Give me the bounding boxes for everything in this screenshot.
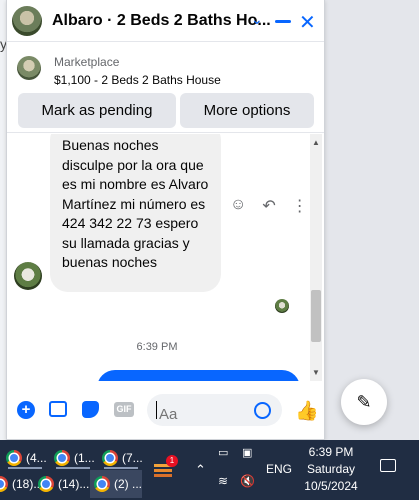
taskbar-chrome-window-5[interactable]: (14)... [38, 470, 89, 498]
taskbar-window-label: (4... [26, 451, 47, 465]
photo-icon[interactable] [49, 401, 67, 417]
scroll-up-arrow-icon[interactable]: ▲ [312, 138, 320, 147]
taskbar-indicator [56, 467, 90, 469]
new-message-button[interactable]: ✎ [341, 379, 387, 425]
gif-icon[interactable]: GIF [114, 402, 134, 417]
speaker-muted-icon[interactable]: 🔇 [240, 474, 255, 488]
clock-date: 10/5/2024 [304, 479, 358, 493]
battery-icon[interactable]: ▭ [218, 446, 228, 459]
message-composer: + GIF 👍 [7, 381, 324, 439]
taskbar-window-label: (2) ... [114, 477, 143, 491]
taskbar-indicator [104, 467, 138, 469]
contact-avatar[interactable] [12, 6, 42, 36]
reply-icon[interactable]: ↶ [262, 196, 275, 216]
thumbs-up-icon[interactable]: 👍 [295, 399, 319, 423]
mark-as-pending-button[interactable]: Mark as pending [18, 93, 176, 128]
taskbar: (4... (1... (7... (18)... (14)... (2) ..… [0, 440, 419, 500]
taskbar-window-label: (1... [74, 451, 95, 465]
notifications-icon[interactable] [380, 459, 396, 472]
react-emoji-icon[interactable]: ☺ [230, 196, 246, 216]
incoming-message-bubble: Buenas noches disculpe por la ora que es… [50, 134, 221, 292]
wifi-icon[interactable]: ≋ [218, 474, 228, 488]
plus-icon[interactable]: + [17, 401, 35, 419]
chevron-up-icon[interactable]: ⌃ [195, 462, 206, 478]
read-receipt-avatar [275, 299, 289, 313]
outgoing-message-bubble [97, 370, 300, 381]
camera-icon[interactable]: ▣ [242, 446, 252, 459]
system-clock[interactable]: 6:39 PM Saturday 10/5/2024 [300, 444, 362, 495]
taskbar-window-label: (7... [122, 451, 143, 465]
compose-icon: ✎ [356, 391, 372, 412]
chrome-icon [102, 450, 118, 466]
marketplace-listing-card: Marketplace $1,100 - 2 Beds 2 Baths Hous… [7, 43, 324, 133]
scroll-down-arrow-icon[interactable]: ▼ [312, 368, 320, 377]
listing-thumbnail[interactable] [17, 56, 41, 80]
taskbar-window-label: (14)... [58, 477, 90, 491]
taskbar-indicator [8, 467, 42, 469]
message-actions: ☺ ↶ ⋮ [230, 196, 308, 216]
chrome-icon [94, 476, 110, 492]
taskbar-chrome-window-6[interactable]: (2) ... [90, 470, 142, 498]
scrollbar[interactable] [310, 134, 322, 381]
background-page-right [325, 0, 419, 440]
sticker-icon[interactable] [82, 401, 99, 418]
sender-avatar[interactable] [14, 262, 42, 290]
chrome-icon [0, 476, 8, 492]
taskbar-chrome-window-4[interactable]: (18)... [0, 470, 43, 498]
scrollbar-thumb[interactable] [311, 290, 321, 342]
listing-title[interactable]: $1,100 - 2 Beds 2 Baths House [54, 73, 221, 87]
text-cursor [156, 401, 157, 419]
message-list[interactable]: Buenas noches disculpe por la ora que es… [7, 134, 324, 381]
language-indicator[interactable]: ENG [266, 462, 292, 476]
chrome-icon [54, 450, 70, 466]
emoji-icon[interactable] [254, 402, 271, 419]
chat-window: Albaro · 2 Beds 2 Baths Ho... ⌄ ✕ Market… [6, 0, 325, 440]
chat-title[interactable]: Albaro · 2 Beds 2 Baths Ho... [52, 12, 271, 30]
chat-header[interactable]: Albaro · 2 Beds 2 Baths Ho... ⌄ ✕ [7, 0, 324, 42]
chrome-icon [6, 450, 22, 466]
listing-source-label: Marketplace [54, 55, 120, 69]
chevron-down-icon[interactable]: ⌄ [251, 11, 263, 28]
clock-time: 6:39 PM [308, 445, 354, 459]
close-icon[interactable]: ✕ [299, 10, 316, 35]
clock-day: Saturday [306, 462, 356, 476]
minimize-icon[interactable] [275, 20, 291, 23]
more-vertical-icon[interactable]: ⋮ [292, 196, 308, 216]
more-options-button[interactable]: More options [180, 93, 314, 128]
message-timestamp: 6:39 PM [136, 341, 178, 353]
notification-badge: 1 [166, 455, 178, 467]
chrome-icon [38, 476, 54, 492]
